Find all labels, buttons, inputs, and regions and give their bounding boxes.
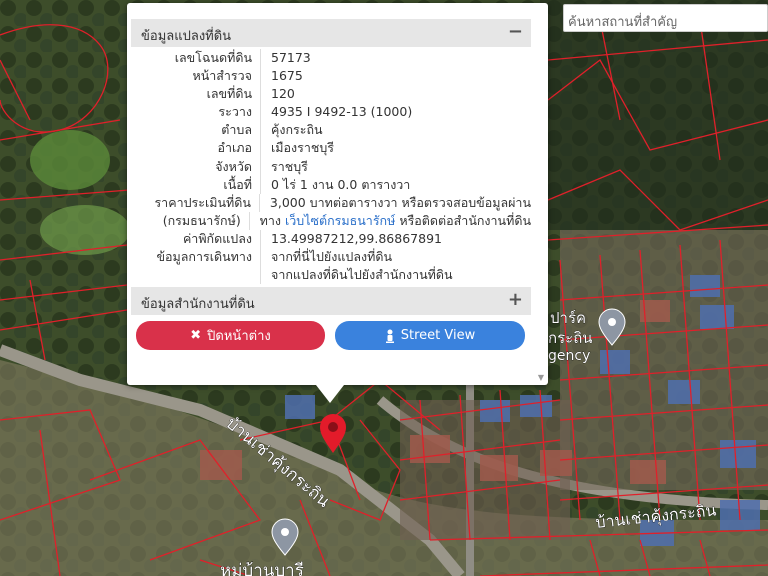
price-value: 3,000 บาทต่อตารางวา หรือตรวจสอบข้อมูลผ่า… — [269, 194, 531, 210]
dept-label: (กรมธนารักษ์) — [162, 212, 241, 228]
subdistrict-label: ตำบล — [221, 122, 252, 138]
deed-label: เลขโฉนดที่ดิน — [174, 50, 252, 65]
poi-label-2: กระถิน — [548, 329, 593, 347]
poi-label-3: gency — [548, 348, 590, 364]
land-section-title: ข้อมูลแปลงที่ดิน — [141, 29, 232, 44]
coord-label: ค่าพิกัดแปลง — [182, 230, 252, 246]
street-view-button[interactable]: Street View — [335, 321, 525, 350]
poi-label-4: หมู่บ้านบารี — [220, 561, 304, 576]
collapse-icon[interactable]: − — [508, 21, 523, 42]
sheet-label: ระวาง — [218, 104, 252, 120]
land-section-header[interactable]: ข้อมูลแปลงที่ดิน − — [131, 19, 531, 47]
treasury-website-link[interactable]: เว็บไซต์กรมธนารักษ์ — [285, 213, 395, 228]
dept-value-post: หรือติดต่อสำนักงานที่ดิน — [399, 212, 531, 228]
poi-label-1: ปาร์ค — [550, 309, 586, 327]
close-window-label: ปิดหน้าต่าง — [207, 329, 271, 344]
land-info-popup: ข้อมูลแปลงที่ดิน − เลขโฉนดที่ดิน 57173 หน… — [127, 3, 548, 385]
dept-value-pre: ทาง — [259, 212, 282, 228]
area-value: 0 ไร่ 1 งาน 0.0 ตารางวา — [271, 176, 411, 192]
parcel-label: เลขที่ดิน — [206, 86, 252, 102]
province-label: จังหวัด — [215, 158, 252, 174]
scroll-down-icon[interactable]: ▼ — [538, 373, 544, 382]
area-label: เนื้อที่ — [223, 176, 252, 192]
office-section-title: ข้อมูลสำนักงานที่ดิน — [141, 297, 255, 312]
province-value: ราชบุรี — [271, 158, 308, 174]
subdistrict-value: คุ้งกระถิน — [271, 122, 323, 138]
close-icon: ✖ — [190, 328, 202, 343]
survey-label: หน้าสำรวจ — [192, 68, 252, 84]
close-window-button[interactable]: ✖ ปิดหน้าต่าง — [136, 321, 325, 350]
office-section-header[interactable]: ข้อมูลสำนักงานที่ดิน + — [131, 287, 531, 315]
expand-icon[interactable]: + — [508, 289, 523, 310]
directions-to-office-link[interactable]: จากแปลงที่ดินไปยังสำนักงานที่ดิน — [261, 266, 453, 284]
deed-value: 57173 — [271, 50, 311, 65]
directions-to-parcel-link[interactable]: จากที่นี่ไปยังแปลงที่ดิน — [261, 248, 392, 266]
coordinates-link[interactable]: 13.49987212,99.86867891 — [261, 230, 442, 248]
dept-value: ทาง เว็บไซต์กรมธนารักษ์ หรือติดต่อสำนักง… — [250, 212, 531, 230]
street-view-label: Street View — [400, 328, 476, 343]
district-value: เมืองราชบุรี — [271, 140, 334, 156]
price-label: ราคาประเมินที่ดิน — [154, 194, 251, 210]
person-icon — [385, 329, 394, 343]
land-info-table: เลขโฉนดที่ดิน 57173 หน้าสำรวจ 1675 เลขที่ด… — [131, 49, 531, 285]
travel-label: ข้อมูลการเดินทาง — [156, 249, 252, 265]
location-pin-icon[interactable] — [318, 412, 348, 454]
search-input[interactable]: ค้นหาสถานที่สำคัญ — [563, 4, 768, 32]
parcel-value: 120 — [271, 86, 295, 102]
sheet-value: 4935 I 9492-13 (1000) — [271, 104, 413, 120]
popup-pointer — [316, 385, 344, 403]
district-label: อำเภอ — [217, 140, 252, 156]
survey-value: 1675 — [271, 68, 303, 84]
